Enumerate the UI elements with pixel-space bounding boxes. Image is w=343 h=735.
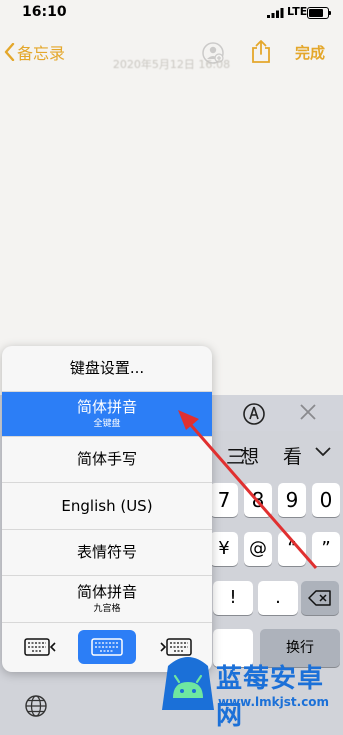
menu-item-pinyin-9key[interactable]: 简体拼音 九宫格 (2, 576, 212, 623)
menu-item-emoji[interactable]: 表情符号 (2, 530, 212, 576)
candidate-item[interactable]: 看 (283, 442, 302, 469)
status-bar: 16:10 LTE (0, 0, 343, 26)
markup-pen-icon[interactable] (242, 402, 266, 426)
key-0[interactable]: 0 (312, 483, 340, 517)
key-8[interactable]: 8 (244, 483, 272, 517)
candidate-item[interactable]: 想 (240, 442, 259, 469)
watermark: 蓝莓安卓网 www.lmkjst.com (162, 654, 343, 731)
signal-icon (267, 8, 284, 18)
menu-item-sublabel: 全键盘 (93, 419, 121, 429)
menu-item-handwriting[interactable]: 简体手写 (2, 437, 212, 483)
key-exclamation[interactable]: ! (213, 581, 253, 615)
chevron-down-icon[interactable] (315, 447, 331, 457)
menu-item-label: 简体拼音 (76, 398, 137, 416)
key-7[interactable]: 7 (210, 483, 238, 517)
status-time: 16:10 (22, 4, 67, 20)
key-period[interactable]: . (258, 581, 298, 615)
android-logo-icon (162, 657, 214, 710)
menu-item-label: 简体手写 (76, 450, 137, 468)
key-at[interactable]: @ (244, 532, 272, 566)
menu-item-sublabel: 九宫格 (93, 604, 121, 614)
menu-item-pinyin-full[interactable]: 简体拼音 全键盘 (2, 392, 212, 437)
menu-item-label: English (US) (61, 496, 153, 515)
menu-item-label: 键盘设置... (69, 359, 145, 377)
menu-item-label: 表情符号 (76, 543, 137, 561)
close-icon[interactable] (298, 402, 318, 422)
backspace-key[interactable] (301, 581, 339, 615)
backspace-icon (308, 590, 331, 606)
battery-icon (307, 7, 331, 19)
network-label: LTE (287, 5, 308, 18)
left-handed-keyboard-button[interactable] (12, 630, 70, 664)
note-date: 2020年5月12日 16:08 (112, 58, 231, 71)
menu-item-keyboard-settings[interactable]: 键盘设置... (2, 346, 212, 392)
key-9[interactable]: 9 (278, 483, 306, 517)
key-right-quote[interactable]: ” (312, 532, 340, 566)
full-keyboard-button[interactable] (78, 630, 136, 664)
key-yen[interactable]: ¥ (210, 532, 238, 566)
menu-item-english[interactable]: English (US) (2, 483, 212, 530)
globe-icon[interactable] (24, 694, 48, 718)
keyboard-icon (91, 638, 123, 656)
watermark-url: www.lmkjst.com (218, 695, 330, 709)
key-left-quote[interactable]: “ (278, 532, 306, 566)
menu-item-label: 简体拼音 (76, 583, 137, 601)
keyboard-left-icon (24, 638, 56, 656)
input-method-menu: 键盘设置... 简体拼音 全键盘 简体手写 English (US) 表情符号 … (2, 346, 212, 672)
